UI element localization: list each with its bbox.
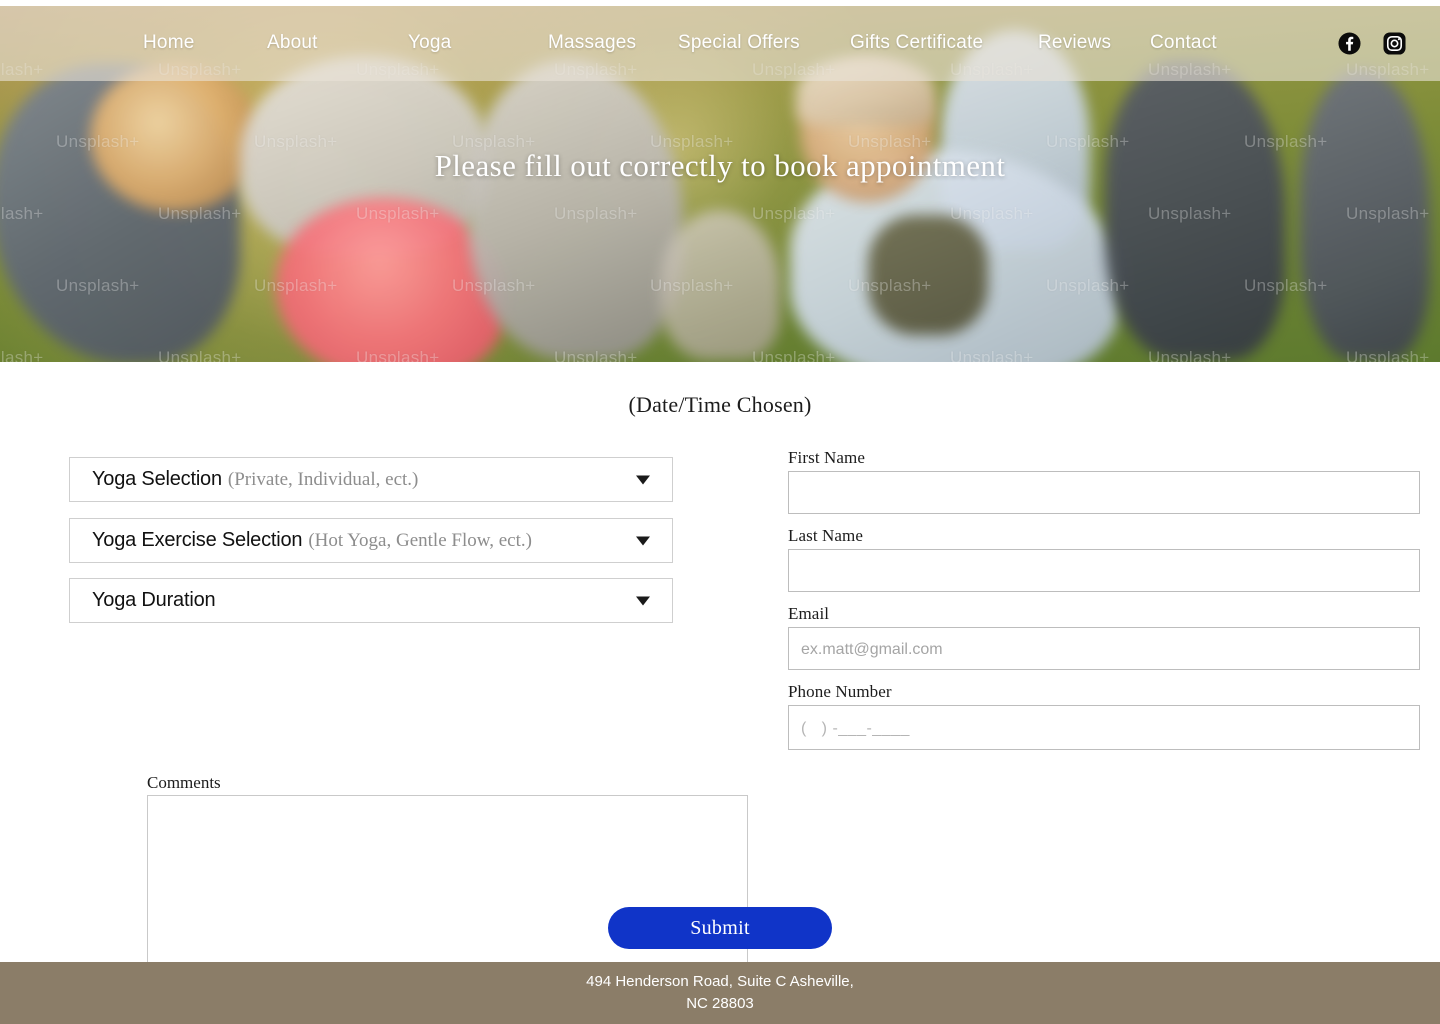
facebook-icon[interactable] bbox=[1338, 32, 1361, 55]
date-time-heading: (Date/Time Chosen) bbox=[628, 392, 812, 417]
email-input[interactable] bbox=[788, 627, 1420, 670]
submit-button[interactable]: Submit bbox=[608, 907, 832, 949]
submit-button-container: Submit bbox=[0, 907, 1440, 949]
chevron-down-icon[interactable] bbox=[636, 596, 650, 605]
yoga-exercise-selection-label: Yoga Exercise Selection bbox=[92, 529, 303, 551]
top-white-strip bbox=[0, 0, 1440, 6]
photo-figure-left-hair bbox=[90, 62, 260, 212]
email-label: Email bbox=[788, 604, 830, 623]
nav-item-yoga[interactable]: Yoga bbox=[408, 32, 451, 54]
comments-label: Comments bbox=[147, 773, 221, 792]
yoga-selection-dropdown[interactable]: Yoga Selection (Private, Individual, ect.… bbox=[69, 457, 673, 502]
nav-item-special-offers[interactable]: Special Offers bbox=[678, 32, 800, 54]
footer-address-line-2: NC 28803 bbox=[686, 995, 754, 1012]
yoga-duration-text: Yoga Duration bbox=[70, 589, 221, 612]
phone-number-label: Phone Number bbox=[788, 682, 892, 701]
email-field-group: Email bbox=[788, 604, 1422, 670]
nav-item-massages[interactable]: Massages bbox=[548, 32, 636, 54]
yoga-selection-label: Yoga Selection bbox=[92, 468, 222, 490]
last-name-input[interactable] bbox=[788, 549, 1420, 592]
nav-item-gifts-certificate[interactable]: Gifts Certificate bbox=[850, 32, 983, 54]
last-name-field-group: Last Name bbox=[788, 526, 1422, 592]
first-name-label: First Name bbox=[788, 448, 866, 467]
main-navigation-bar: Home About Yoga Massages Special Offers Gifts… bbox=[0, 6, 1440, 81]
phone-number-field-group: Phone Number bbox=[788, 682, 1422, 750]
photo-figure-right bbox=[1105, 60, 1285, 360]
left-form-column: Yoga Selection (Private, Individual, ect.… bbox=[69, 457, 748, 970]
chevron-down-icon[interactable] bbox=[636, 536, 650, 545]
instagram-icon[interactable] bbox=[1383, 32, 1406, 55]
yoga-duration-dropdown[interactable]: Yoga Duration bbox=[69, 578, 673, 623]
photo-figure-far-right bbox=[1300, 70, 1430, 360]
last-name-label: Last Name bbox=[788, 526, 864, 545]
footer-address-line-1: 494 Henderson Road, Suite C Asheville, bbox=[586, 972, 854, 990]
nav-item-contact[interactable]: Contact bbox=[1150, 32, 1217, 54]
first-name-field-group: First Name bbox=[788, 448, 1422, 514]
first-name-input[interactable] bbox=[788, 471, 1420, 514]
photo-figure-background bbox=[660, 210, 780, 360]
yoga-duration-label: Yoga Duration bbox=[92, 589, 216, 611]
nav-item-reviews[interactable]: Reviews bbox=[1038, 32, 1111, 54]
hero-title: Please fill out correctly to book appoin… bbox=[434, 148, 1006, 183]
nav-item-about[interactable]: About bbox=[267, 32, 318, 54]
chevron-down-icon[interactable] bbox=[636, 475, 650, 484]
yoga-selection-text: Yoga Selection (Private, Individual, ect.… bbox=[70, 468, 418, 491]
site-footer: 494 Henderson Road, Suite C Asheville, N… bbox=[0, 962, 1440, 1024]
right-form-column: First Name Last Name Email Phone Number bbox=[788, 448, 1422, 762]
yoga-exercise-selection-dropdown[interactable]: Yoga Exercise Selection (Hot Yoga, Gentle… bbox=[69, 518, 673, 563]
phone-number-input[interactable] bbox=[788, 705, 1420, 750]
photo-figure-main-shirt bbox=[868, 215, 988, 335]
main-content: (Date/Time Chosen) Yoga Selection (Privat… bbox=[0, 362, 1440, 970]
social-links-container bbox=[1338, 6, 1420, 81]
page-root: Unsplash+ Unsplash+ Unsplash+ Unsplash+ Unsp… bbox=[0, 0, 1440, 1024]
yoga-exercise-selection-text: Yoga Exercise Selection (Hot Yoga, Gentle… bbox=[70, 529, 532, 552]
nav-item-home[interactable]: Home bbox=[143, 32, 194, 54]
yoga-exercise-selection-hint: (Hot Yoga, Gentle Flow, ect.) bbox=[308, 530, 532, 551]
yoga-selection-hint: (Private, Individual, ect.) bbox=[227, 469, 419, 490]
photo-figure-center bbox=[468, 60, 683, 360]
